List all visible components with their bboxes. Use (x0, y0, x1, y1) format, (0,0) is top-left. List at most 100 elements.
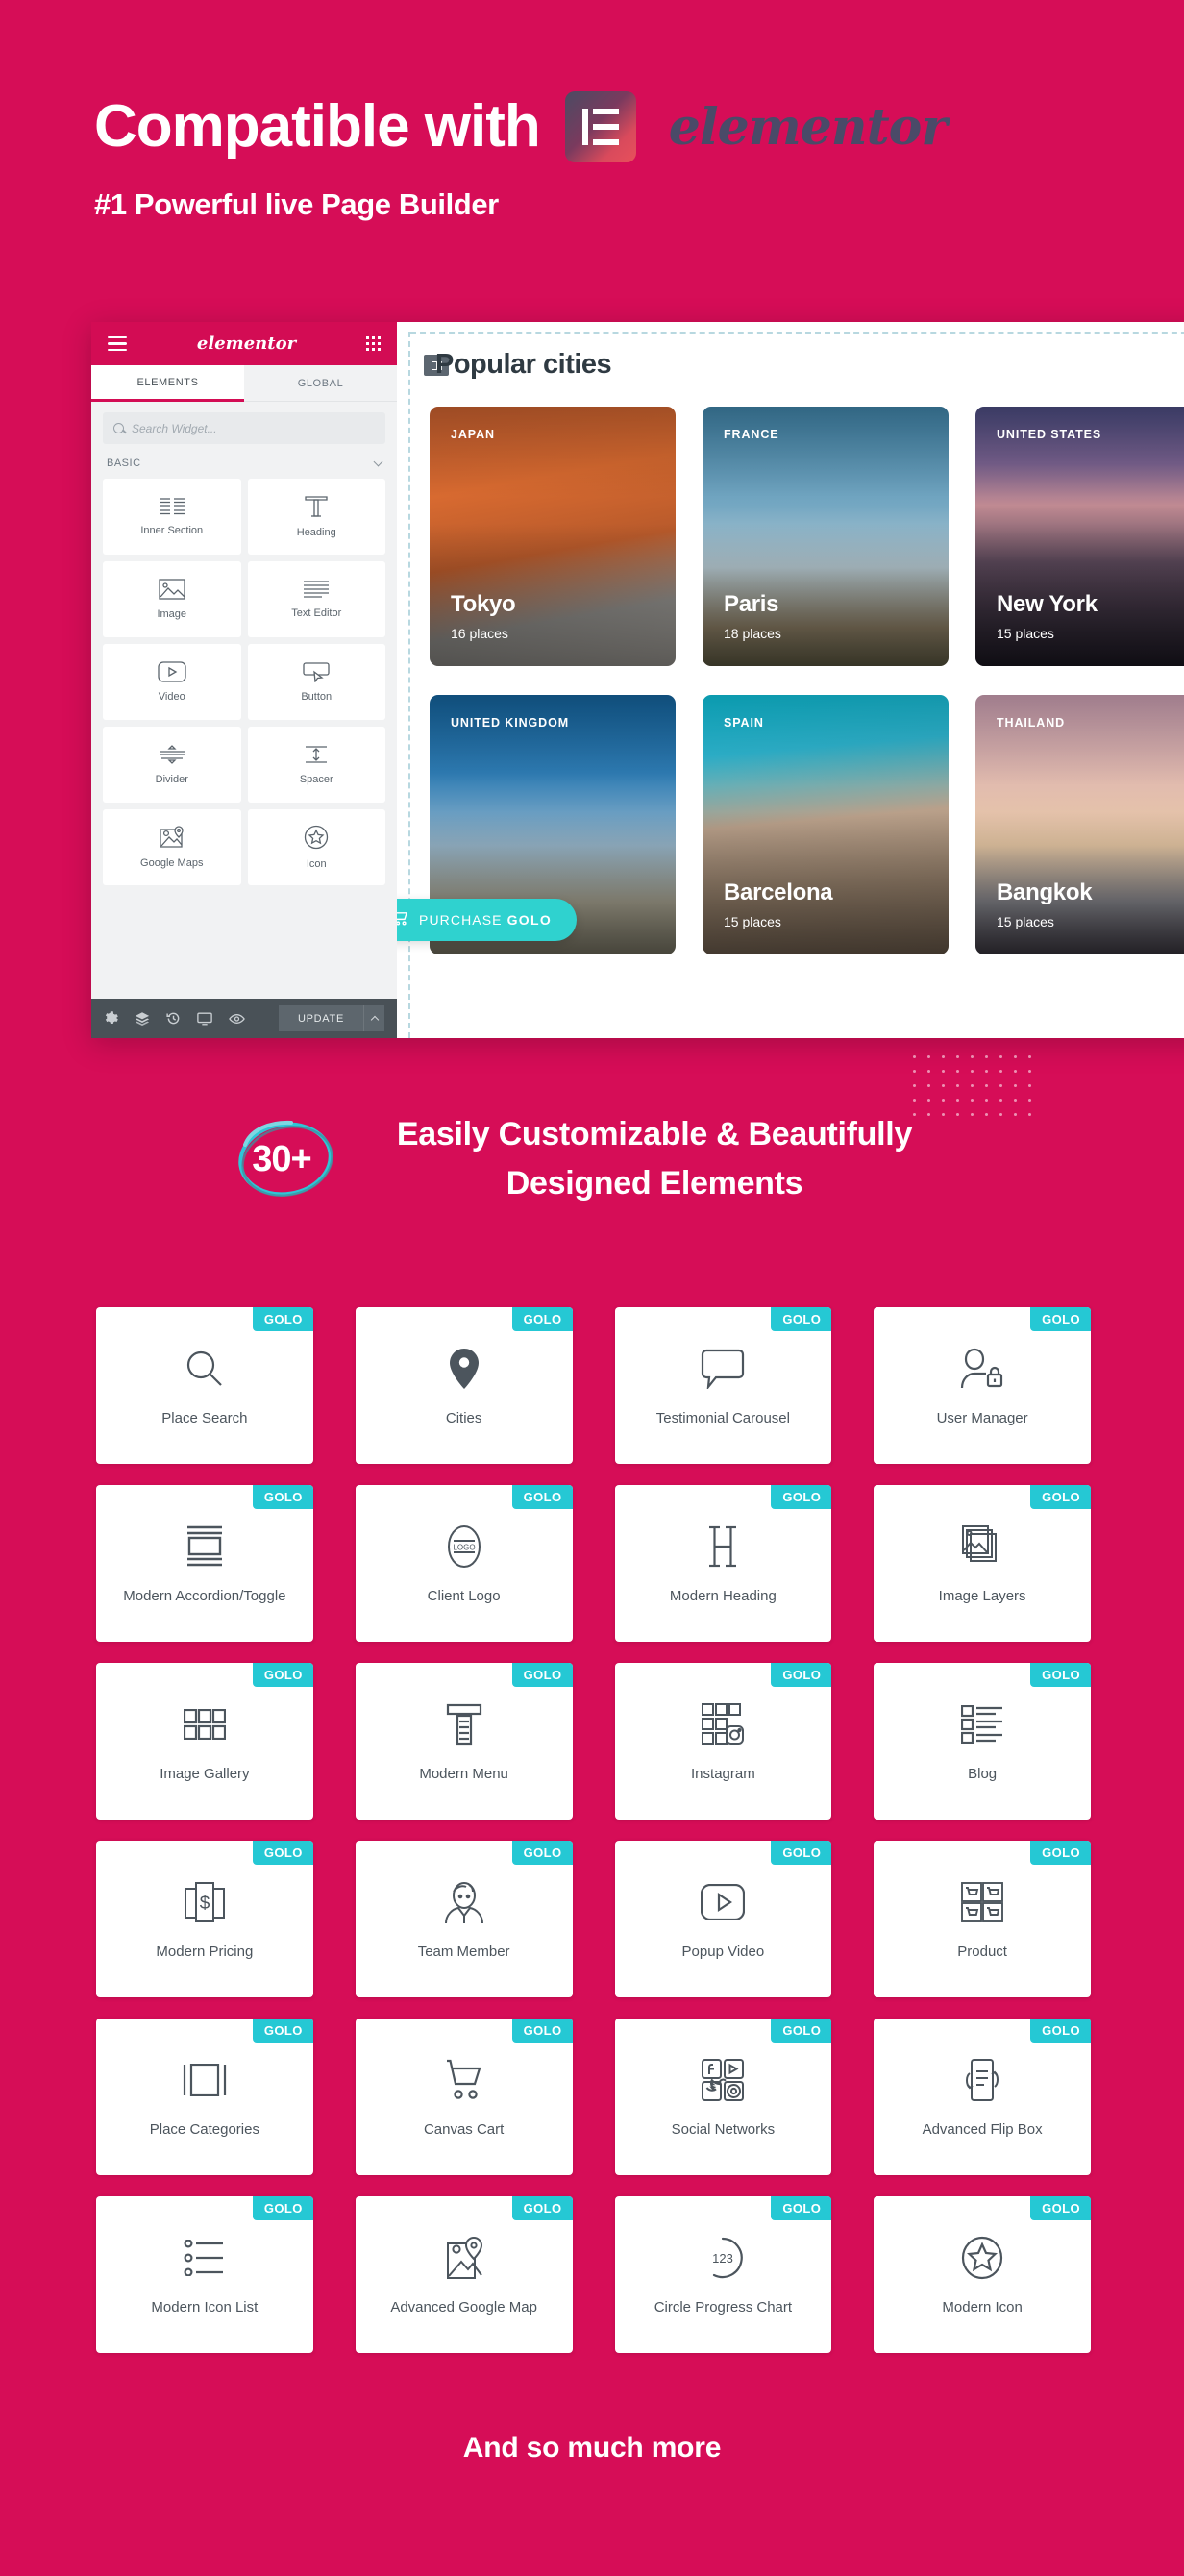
widget-spacer[interactable]: Spacer (247, 727, 385, 803)
card-city-name: Paris (724, 591, 779, 617)
tab-global[interactable]: GLOBAL (244, 365, 397, 402)
city-card[interactable]: THAILAND Bangkok 15 places (975, 695, 1184, 954)
search-widget-input[interactable]: Search Widget... (103, 412, 385, 444)
feature-label: Circle Progress Chart (654, 2298, 793, 2316)
feature-card-user-manager[interactable]: GOLO User Manager (874, 1307, 1091, 1464)
city-row-1: JAPAN Tokyo 16 places FRANCE Paris 18 pl… (430, 407, 1184, 666)
basic-section-header[interactable]: BASIC (103, 444, 385, 479)
golo-badge: GOLO (511, 1485, 573, 1509)
feature-card-modern-icon-list[interactable]: GOLO Modern Icon List (96, 2196, 313, 2353)
widget-google-maps[interactable]: Google Maps (103, 809, 241, 885)
feature-card-client-logo[interactable]: GOLO LOGO Client Logo (355, 1485, 573, 1642)
feature-card-image-gallery[interactable]: GOLO Image Gallery (96, 1663, 313, 1820)
preview-eye-icon[interactable] (229, 1013, 245, 1025)
update-options-button[interactable] (363, 1005, 384, 1031)
golo-badge: GOLO (1030, 1485, 1091, 1509)
city-cards: JAPAN Tokyo 16 places FRANCE Paris 18 pl… (430, 407, 1184, 983)
card-country: FRANCE (724, 428, 779, 441)
city-card[interactable]: UNITED STATES New York 15 places (975, 407, 1184, 666)
feature-label: Modern Accordion/Toggle (123, 1587, 286, 1604)
widget-label: Google Maps (140, 857, 204, 869)
widget-video[interactable]: Video (103, 644, 241, 720)
widget-image[interactable]: Image (103, 561, 241, 637)
card-city-name: Tokyo (451, 591, 516, 617)
shopping-cart-icon (443, 2055, 485, 2105)
feature-label: Testimonial Carousel (655, 1409, 790, 1426)
feature-card-social-networks[interactable]: GOLO Social Networks (614, 2019, 832, 2175)
card-city-name: Barcelona (724, 879, 833, 905)
city-card[interactable]: FRANCE Paris 18 places (703, 407, 949, 666)
feature-card-image-layers[interactable]: GOLO Image Layers (874, 1485, 1091, 1642)
widget-divider[interactable]: Divider (103, 727, 241, 803)
feature-card-modern-menu[interactable]: GOLO Modern Menu (355, 1663, 573, 1820)
widget-inner-section[interactable]: Inner Section (103, 479, 241, 555)
image-stack-icon (960, 1522, 1004, 1572)
elementor-wordmark: elementor (668, 97, 948, 157)
widget-label: Icon (306, 858, 327, 870)
menu-t-icon (446, 1699, 482, 1749)
panel-tabs: ELEMENTS GLOBAL (91, 365, 397, 402)
feature-label: Team Member (417, 1943, 510, 1960)
feature-label: Place Categories (149, 2120, 259, 2138)
widget-grid: Inner Section Heading Image Text Editor … (103, 479, 385, 885)
city-card[interactable]: JAPAN Tokyo 16 places (430, 407, 676, 666)
feature-card-modern-accordion-toggle[interactable]: GOLO Modern Accordion/Toggle (96, 1485, 313, 1642)
feature-card-modern-icon[interactable]: GOLO Modern Icon (874, 2196, 1091, 2353)
widget-text-editor[interactable]: Text Editor (247, 561, 385, 637)
widget-label: Text Editor (291, 607, 342, 619)
feature-card-popup-video[interactable]: GOLO Popup Video (614, 1841, 832, 1997)
speech-bubble-icon (701, 1344, 745, 1394)
purchase-golo-button[interactable]: PURCHASE GOLO (397, 899, 578, 941)
feature-card-place-categories[interactable]: GOLO Place Categories (96, 2019, 313, 2175)
feature-card-modern-pricing[interactable]: GOLO $ Modern Pricing (96, 1841, 313, 1997)
feature-card-instagram[interactable]: GOLO Instagram (614, 1663, 832, 1820)
widget-heading[interactable]: Heading (247, 479, 385, 555)
golo-badge: GOLO (771, 1307, 832, 1331)
tab-elements[interactable]: ELEMENTS (91, 365, 244, 402)
feature-card-canvas-cart[interactable]: GOLO Canvas Cart (355, 2019, 573, 2175)
card-country: JAPAN (451, 428, 495, 441)
feature-card-advanced-flip-box[interactable]: GOLO Advanced Flip Box (874, 2019, 1091, 2175)
update-button[interactable]: UPDATE (278, 1005, 363, 1031)
hero-section: Compatible with elementor #1 Powerful li… (0, 0, 1184, 222)
feature-card-testimonial-carousel[interactable]: GOLO Testimonial Carousel (614, 1307, 832, 1464)
google-maps-icon (444, 2233, 484, 2283)
history-icon[interactable] (166, 1011, 181, 1026)
city-card[interactable]: SPAIN Barcelona 15 places (703, 695, 949, 954)
button-cursor-icon (302, 661, 331, 682)
golo-badge: GOLO (252, 1841, 313, 1865)
golo-badge: GOLO (771, 2019, 832, 2043)
card-country: UNITED STATES (997, 428, 1102, 441)
feature-card-product[interactable]: GOLO Product (874, 1841, 1091, 1997)
feature-label: Image Layers (938, 1587, 1026, 1604)
widget-label: Divider (155, 774, 188, 785)
golo-badge: GOLO (511, 2196, 573, 2220)
feature-card-team-member[interactable]: GOLO Team Member (355, 1841, 573, 1997)
text-lines-icon (303, 580, 330, 599)
widget-icon[interactable]: Icon (247, 809, 385, 885)
hamburger-menu-icon[interactable] (108, 335, 127, 352)
feature-label: Modern Menu (419, 1765, 508, 1782)
card-places-count: 18 places (724, 626, 781, 641)
feature-card-advanced-google-map[interactable]: GOLO Advanced Google Map (355, 2196, 573, 2353)
responsive-mode-icon[interactable] (197, 1012, 212, 1026)
feature-card-circle-progress-chart[interactable]: GOLO 123 Circle Progress Chart (614, 2196, 832, 2353)
feature-card-modern-heading[interactable]: GOLO Modern Heading (614, 1485, 832, 1642)
feature-card-blog[interactable]: GOLO Blog (874, 1663, 1091, 1820)
pricing-dollar-icon: $ (184, 1877, 226, 1927)
divider-icon (159, 744, 185, 765)
settings-gear-icon[interactable] (104, 1011, 118, 1026)
golo-badge: GOLO (771, 2196, 832, 2220)
feature-label: Advanced Flip Box (922, 2120, 1043, 2138)
feature-card-cities[interactable]: GOLO Cities (355, 1307, 573, 1464)
map-pin-icon (448, 1344, 481, 1394)
blog-list-icon (961, 1699, 1003, 1749)
feature-card-place-search[interactable]: GOLO Place Search (96, 1307, 313, 1464)
widget-button[interactable]: Button (247, 644, 385, 720)
card-places-count: 16 places (451, 626, 508, 641)
grid-apps-icon[interactable] (365, 336, 381, 351)
golo-badge: GOLO (1030, 2196, 1091, 2220)
layers-navigator-icon[interactable] (135, 1011, 150, 1026)
accordion-icon (184, 1522, 226, 1572)
golo-badge: GOLO (252, 1663, 313, 1687)
